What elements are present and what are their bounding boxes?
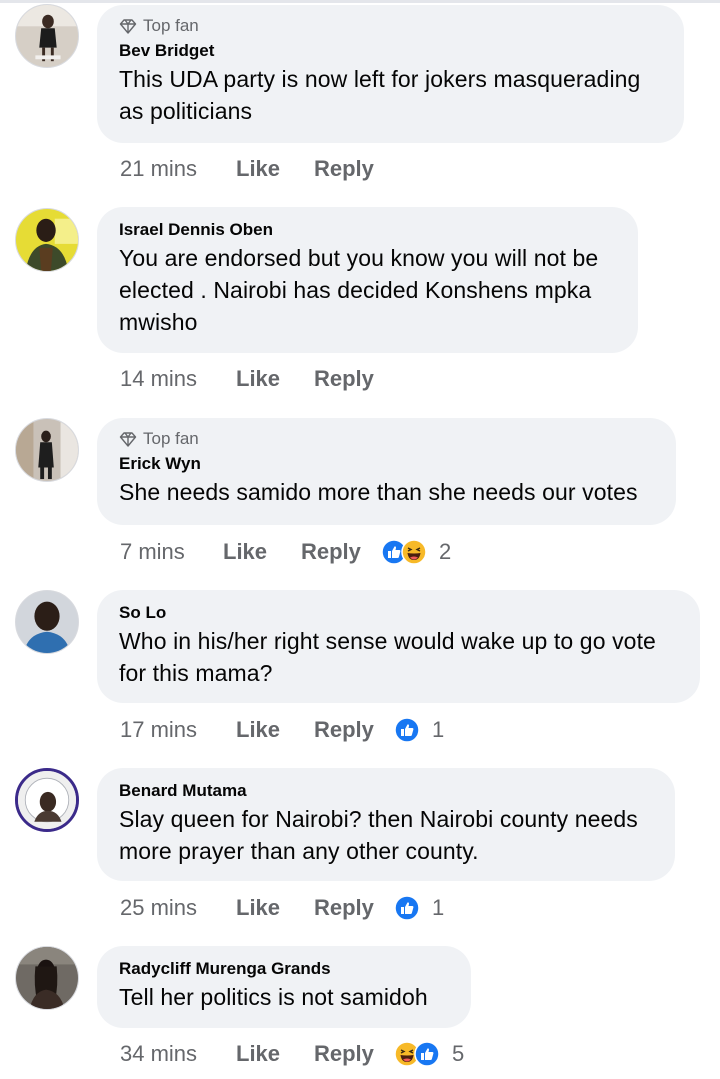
commenter-name[interactable]: Israel Dennis Oben: [119, 218, 616, 242]
comment-text-line: She needs samido more than she needs our…: [119, 479, 638, 505]
timestamp[interactable]: 34 mins: [120, 1039, 197, 1069]
reaction-count: 1: [432, 717, 445, 742]
reaction-count: 1: [432, 895, 445, 920]
reaction-summary[interactable]: 5: [394, 1040, 464, 1068]
comment-bubble: Israel Dennis Oben You are endorsed but …: [97, 207, 638, 353]
reply-button[interactable]: Reply: [314, 154, 374, 184]
like-button[interactable]: Like: [236, 715, 280, 745]
reply-button[interactable]: Reply: [314, 364, 374, 394]
like-icon: [394, 895, 420, 921]
haha-icon: [401, 539, 427, 565]
avatar[interactable]: [15, 4, 79, 68]
timestamp[interactable]: 14 mins: [120, 364, 197, 394]
diamond-icon: [119, 17, 137, 35]
comment-actions: 34 mins Like Reply 5: [120, 1039, 680, 1069]
reaction-count: 2: [439, 539, 452, 564]
like-button[interactable]: Like: [223, 537, 267, 567]
comment-text-line: You are endorsed but you know you will n…: [119, 245, 599, 271]
comment-text: She needs samido more than she needs our…: [119, 476, 654, 508]
comment-text: You are endorsed but you know you will n…: [119, 242, 616, 338]
comment-text-line: Who in his/her right sense would wake up…: [119, 628, 656, 654]
comment-text-line: This UDA party is now left for jokers ma…: [119, 66, 641, 92]
comment-actions: 7 mins Like Reply 2: [120, 537, 680, 567]
comment-bubble: Benard Mutama Slay queen for Nairobi? th…: [97, 768, 675, 881]
comment-text: Slay queen for Nairobi? then Nairobi cou…: [119, 803, 653, 867]
comment-actions: 25 mins Like Reply 1: [120, 893, 680, 923]
diamond-icon: [119, 430, 137, 448]
commenter-name[interactable]: Erick Wyn: [119, 452, 654, 476]
comment-actions: 21 mins Like Reply: [120, 154, 680, 184]
avatar[interactable]: [15, 590, 79, 654]
top-fan-badge: Top fan: [119, 427, 654, 451]
timestamp[interactable]: 21 mins: [120, 154, 197, 184]
like-icon: [394, 717, 420, 743]
like-button[interactable]: Like: [236, 154, 280, 184]
commenter-name[interactable]: Benard Mutama: [119, 779, 653, 803]
comment-text-line: Tell her politics is not samidoh: [119, 984, 428, 1010]
comment-bubble: Top fan Erick Wyn She needs samido more …: [97, 418, 676, 525]
avatar[interactable]: [15, 418, 79, 482]
top-fan-badge: Top fan: [119, 14, 662, 38]
reaction-summary[interactable]: 1: [394, 716, 444, 744]
comment-text-line: as politicians: [119, 98, 253, 124]
top-divider: [0, 0, 720, 3]
comment-text-line: elected . Nairobi has decided Konshens m…: [119, 277, 592, 303]
reply-button[interactable]: Reply: [314, 1039, 374, 1069]
comment-actions: 17 mins Like Reply 1: [120, 715, 680, 745]
avatar[interactable]: [15, 768, 79, 832]
comment-bubble: So Lo Who in his/her right sense would w…: [97, 590, 700, 703]
comment-text-line: more prayer than any other county.: [119, 838, 479, 864]
avatar[interactable]: [15, 946, 79, 1010]
reply-button[interactable]: Reply: [314, 893, 374, 923]
comment-text: This UDA party is now left for jokers ma…: [119, 63, 662, 127]
like-button[interactable]: Like: [236, 364, 280, 394]
comment-actions: 14 mins Like Reply: [120, 364, 680, 394]
commenter-name[interactable]: Radycliff Murenga Grands: [119, 957, 449, 981]
like-button[interactable]: Like: [236, 893, 280, 923]
timestamp[interactable]: 25 mins: [120, 893, 197, 923]
timestamp[interactable]: 7 mins: [120, 537, 185, 567]
comment-bubble: Radycliff Murenga Grands Tell her politi…: [97, 946, 471, 1028]
reaction-summary[interactable]: 2: [381, 538, 451, 566]
reply-button[interactable]: Reply: [314, 715, 374, 745]
comment-text: Who in his/her right sense would wake up…: [119, 625, 678, 689]
comment-bubble: Top fan Bev Bridget This UDA party is no…: [97, 5, 684, 143]
avatar[interactable]: [15, 208, 79, 272]
commenter-name[interactable]: Bev Bridget: [119, 39, 662, 63]
reply-button[interactable]: Reply: [301, 537, 361, 567]
comment-text-line: for this mama?: [119, 660, 273, 686]
timestamp[interactable]: 17 mins: [120, 715, 197, 745]
like-button[interactable]: Like: [236, 1039, 280, 1069]
reaction-summary[interactable]: 1: [394, 894, 444, 922]
commenter-name[interactable]: So Lo: [119, 601, 678, 625]
comment-text: Tell her politics is not samidoh: [119, 981, 449, 1013]
reaction-count: 5: [452, 1041, 465, 1066]
badge-label: Top fan: [143, 429, 199, 448]
comment-text-line: mwisho: [119, 309, 198, 335]
like-icon: [414, 1041, 440, 1067]
badge-label: Top fan: [143, 16, 199, 35]
comment-text-line: Slay queen for Nairobi? then Nairobi cou…: [119, 806, 638, 832]
